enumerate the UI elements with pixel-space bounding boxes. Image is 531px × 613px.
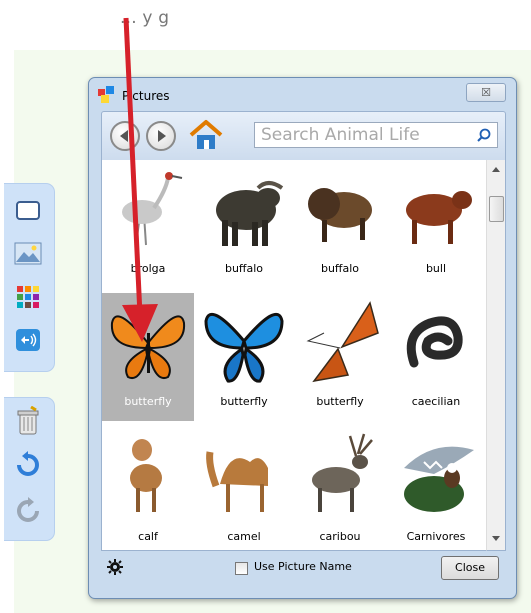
crane-icon (122, 172, 183, 246)
picture-tile[interactable]: butterfly (198, 293, 290, 421)
use-picture-name-checkbox[interactable] (235, 562, 248, 575)
undo-icon[interactable] (13, 450, 43, 480)
monarch-butterfly-icon (110, 315, 186, 379)
caribou-icon (312, 433, 373, 512)
navigation-bar (101, 111, 506, 161)
bison-icon (308, 188, 372, 242)
app-icon (98, 86, 114, 103)
picture-tile[interactable]: butterfly (294, 293, 386, 421)
camel-icon (206, 451, 268, 512)
picture-tile[interactable]: camel (198, 428, 290, 550)
scrollbar-thumb[interactable] (489, 196, 504, 222)
use-picture-name-label: Use Picture Name (254, 560, 352, 573)
picture-tile[interactable]: Carnivores (390, 428, 482, 550)
tool-panel-top (4, 183, 55, 372)
rectangle-tool-icon[interactable] (13, 196, 43, 226)
picture-tile[interactable]: brolga (102, 160, 194, 288)
caecilian-icon (406, 316, 463, 368)
tile-label: butterfly (124, 395, 172, 408)
scroll-down-icon[interactable] (492, 536, 500, 542)
redo-icon[interactable] (13, 496, 43, 526)
tile-label: Carnivores (406, 530, 466, 543)
search-box (254, 122, 498, 148)
tile-label: bull (425, 262, 447, 275)
dialog-footer: Use Picture Name Close (101, 551, 504, 585)
color-palette-icon[interactable] (13, 282, 43, 312)
scroll-up-icon[interactable] (492, 167, 500, 173)
close-button[interactable]: Close (441, 556, 499, 580)
calf-icon (130, 439, 162, 512)
bull-icon (406, 191, 472, 244)
window-close-button[interactable]: ☒ (466, 83, 506, 102)
top-caption: ... y g (120, 8, 170, 28)
picture-tile[interactable]: buffalo (294, 160, 386, 288)
blue-butterfly-icon (204, 312, 284, 383)
vertical-scrollbar[interactable] (486, 160, 506, 551)
cape-buffalo-icon (216, 181, 284, 246)
tile-label: butterfly (220, 395, 268, 408)
picture-tile[interactable]: calf (102, 428, 194, 550)
home-icon[interactable] (188, 118, 224, 156)
tile-label: buffalo (320, 262, 360, 275)
pictures-dialog: Pictures ☒ Search Animal Life brolga buf… (88, 77, 517, 599)
picture-tile[interactable]: buffalo (198, 160, 290, 288)
tile-label: caribou (319, 530, 361, 543)
sound-tool-icon[interactable] (13, 325, 43, 355)
forward-icon[interactable] (146, 121, 176, 151)
dialog-title: Pictures (122, 89, 170, 103)
tile-label: buffalo (224, 262, 264, 275)
picture-tile[interactable]: caecilian (390, 293, 482, 421)
picture-tool-icon[interactable] (13, 239, 43, 269)
search-input[interactable] (255, 123, 471, 147)
tile-label: camel (227, 530, 261, 543)
back-icon[interactable] (110, 121, 140, 151)
picture-tile[interactable]: bull (390, 160, 482, 288)
tile-label: butterfly (316, 395, 364, 408)
settings-gear-icon[interactable] (107, 559, 123, 575)
search-icon[interactable] (477, 128, 491, 142)
picture-tile[interactable]: caribou (294, 428, 386, 550)
orange-moth-icon (306, 301, 379, 383)
tile-label: calf (138, 530, 158, 543)
trash-icon[interactable] (13, 406, 43, 436)
tile-label: caecilian (411, 395, 461, 408)
picture-grid: brolga buffalo buffalo bull butterfly bu… (101, 160, 487, 551)
picture-tile-selected[interactable]: butterfly (102, 293, 194, 421)
tool-panel-bottom (4, 397, 55, 541)
shark-eagle-icon (404, 446, 474, 512)
tile-label: brolga (130, 262, 166, 275)
